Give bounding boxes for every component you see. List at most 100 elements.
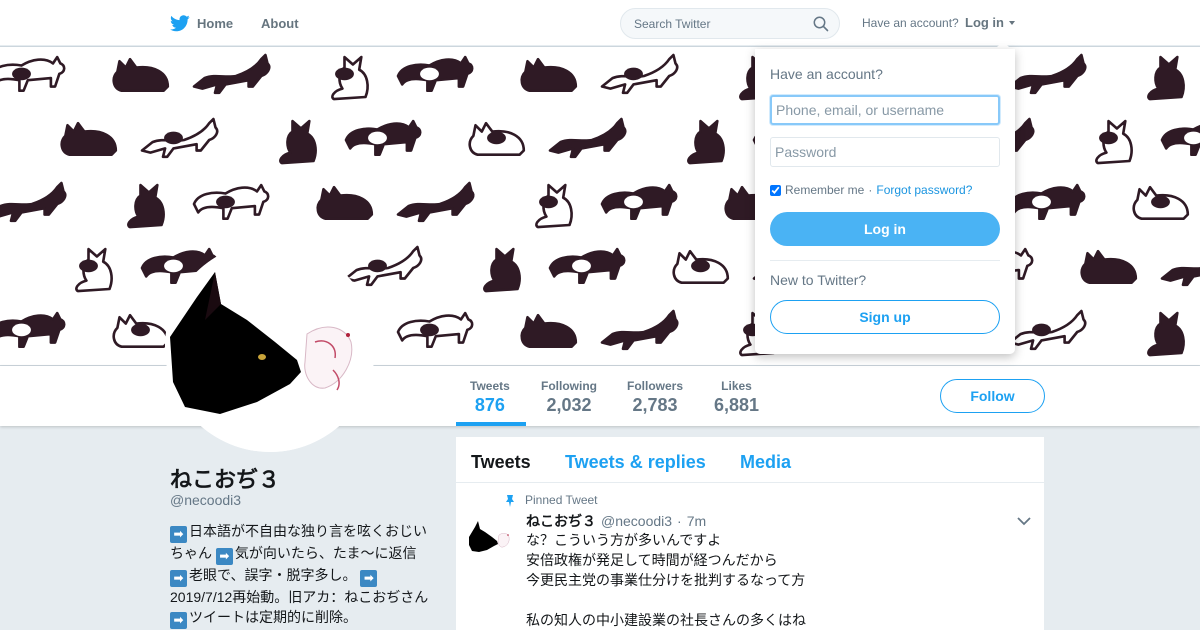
cat-silhouette [1160, 124, 1200, 157]
timeline: Tweets Tweets & replies Media Pinned Twe… [456, 437, 1044, 630]
tweet-author-name[interactable]: ねこおぢ３ [526, 511, 596, 531]
nav-about-link[interactable]: About [261, 12, 299, 34]
cat-silhouette [672, 249, 730, 285]
password-field[interactable] [770, 137, 1000, 167]
dropdown-title: Have an account? [770, 66, 883, 82]
cat-silhouette [600, 309, 679, 351]
cat-silhouette [468, 121, 526, 157]
black-cat-avatar-image [467, 515, 513, 561]
cat-silhouette [548, 247, 626, 285]
tweet-avatar[interactable] [467, 515, 513, 561]
profile-name[interactable]: ねこおぢ３ [170, 462, 280, 494]
stat-value: 2,783 [632, 395, 678, 415]
cat-silhouette [483, 247, 521, 293]
stat-label: Followers [627, 379, 684, 393]
cat-silhouette [1008, 53, 1087, 95]
stat-label: Following [541, 379, 597, 393]
arrow-right-icon: ➡ [170, 612, 187, 629]
cat-silhouette [127, 183, 165, 229]
stat-likes[interactable]: Likes 6,881 [714, 379, 759, 416]
cat-silhouette [1160, 266, 1200, 287]
nav-home-label: Home [197, 15, 234, 31]
bio-text: ツイートは定期的に削除。 [189, 609, 357, 625]
arrow-right-icon: ➡ [215, 548, 233, 565]
avatar[interactable] [165, 242, 375, 452]
dropdown-pointer [995, 41, 1011, 49]
divider [770, 260, 1000, 261]
cat-silhouette [1147, 55, 1185, 101]
arrow-right-icon: ➡ [170, 526, 187, 543]
arrow-right-icon: ➡ [360, 570, 378, 587]
cat-silhouette [600, 53, 679, 95]
cat-silhouette [396, 311, 474, 349]
remember-me-label[interactable]: Remember me [785, 183, 864, 197]
cat-silhouette [75, 247, 113, 293]
stat-label: Tweets [470, 379, 510, 393]
new-to-twitter-text: New to Twitter? [770, 272, 867, 288]
cat-silhouette [344, 245, 423, 287]
login-dropdown: Have an account? Remember me · Forgot pa… [755, 49, 1015, 354]
cat-silhouette [535, 183, 573, 229]
tab-tweets-replies[interactable]: Tweets & replies [565, 452, 706, 473]
stat-value: 876 [474, 395, 505, 415]
chevron-down-icon[interactable] [1009, 21, 1015, 25]
stat-label: Likes [721, 379, 752, 393]
cat-silhouette [396, 55, 474, 93]
cat-silhouette [192, 53, 271, 95]
username-field[interactable] [770, 95, 1000, 125]
pin-icon [506, 494, 514, 507]
nav-about-label: About [261, 15, 299, 31]
bio-text: 気が向いたら、たま～に返信 [234, 545, 417, 561]
tweet-timestamp[interactable]: 7m [687, 513, 706, 529]
cat-silhouette [687, 119, 725, 165]
login-button[interactable]: Log in [770, 212, 1000, 246]
nav-home-link[interactable]: Home [170, 12, 233, 34]
cat-silhouette [396, 181, 475, 223]
remember-row: Remember me · Forgot password? [770, 183, 972, 197]
signup-button[interactable]: Sign up [770, 300, 1000, 334]
cat-silhouette [60, 121, 118, 157]
cat-silhouette [279, 119, 317, 165]
stat-following[interactable]: Following 2,032 [541, 379, 597, 416]
cat-silhouette [1080, 249, 1138, 285]
tweet-header: ねこおぢ３ @necoodi3 · 7m [526, 511, 706, 531]
tweet-author-handle[interactable]: @necoodi3 [601, 513, 672, 529]
timeline-tabs: Tweets Tweets & replies Media [456, 437, 1044, 483]
pinned-indicator: Pinned Tweet [504, 493, 598, 507]
tab-media[interactable]: Media [740, 452, 791, 473]
cat-silhouette [316, 185, 374, 221]
search-icon[interactable] [813, 16, 829, 32]
profile-handle[interactable]: @necoodi3 [170, 492, 241, 508]
stat-value: 2,032 [546, 395, 592, 415]
cat-silhouette [112, 57, 170, 93]
cat-silhouette [520, 313, 578, 349]
stat-value: 6,881 [714, 395, 760, 415]
cat-silhouette [112, 313, 170, 349]
search-placeholder: Search Twitter [634, 17, 711, 31]
pinned-label: Pinned Tweet [525, 493, 598, 507]
stat-followers[interactable]: Followers 2,783 [627, 379, 683, 416]
cat-silhouette [192, 183, 270, 221]
cat-silhouette [520, 57, 578, 93]
cat-silhouette [0, 311, 66, 349]
have-account-text: Have an account? [862, 16, 959, 30]
twitter-bird-icon [170, 14, 190, 31]
cat-silhouette [140, 117, 219, 159]
separator-dot: · [868, 183, 873, 197]
search-input[interactable]: Search Twitter [620, 8, 840, 39]
active-tab-indicator [456, 422, 526, 426]
cat-silhouette [548, 117, 627, 159]
remember-me-checkbox[interactable] [770, 184, 781, 196]
cat-silhouette [331, 55, 369, 101]
bio-text: 老眼で、誤字・脱字多し。 [189, 567, 361, 583]
forgot-password-link[interactable]: Forgot password? [876, 183, 972, 197]
cat-silhouette [1095, 119, 1133, 165]
follow-button[interactable]: Follow [940, 379, 1045, 413]
chevron-down-icon[interactable] [1017, 517, 1031, 526]
tweet-separator: · [677, 513, 682, 529]
tab-tweets[interactable]: Tweets [471, 452, 531, 473]
login-dropdown-toggle[interactable]: Log in [965, 15, 1004, 30]
top-navigation: Home About Search Twitter Have an accoun… [0, 0, 1200, 46]
arrow-right-icon: ➡ [170, 570, 187, 587]
stat-tweets[interactable]: Tweets 876 [470, 379, 510, 416]
